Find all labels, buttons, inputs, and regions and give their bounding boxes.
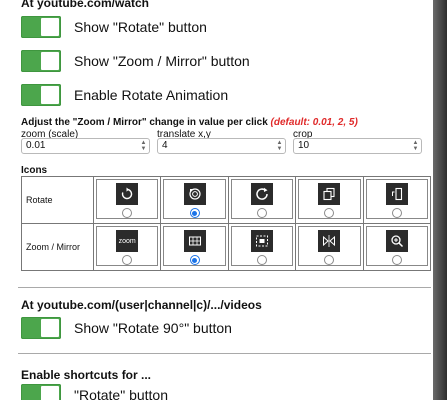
radio-rotate-4[interactable] [324,208,335,218]
copy-pages-icon [318,183,341,205]
row-label-zoom-mirror: Zoom / Mirror [21,223,94,271]
toggle-knob [41,386,59,400]
rotate-phone-icon [385,183,408,205]
watch-section-title: At youtube.com/watch [21,0,150,10]
stepper-arrows-icon[interactable]: ▲ ▼ [140,140,147,152]
translate-value: 4 [162,140,168,151]
radio-rotate-2[interactable] [189,208,200,218]
icon-option-cell[interactable] [362,176,432,224]
icon-option-cell[interactable] [227,176,297,224]
adjust-text: Adjust the "Zoom / Mirror" change in val… [21,117,268,128]
radio-rotate-3[interactable] [256,208,267,218]
toggle-row-rotate-animation[interactable]: Enable Rotate Animation [21,84,228,106]
table-row-zoom-mirror: Zoom / Mirror zoom [21,223,432,271]
radio-rotate-1[interactable] [122,208,133,218]
toggle-switch[interactable] [21,50,61,72]
rotate-cw-icon [250,183,273,205]
icons-table: Rotate Zoom / Mirror zoom [21,176,432,271]
zoom-frame-icon [250,230,273,252]
rotate-ccw-icon [116,183,139,205]
toggle-label: Show "Rotate 90°" button [74,320,232,336]
toggle-switch[interactable] [21,317,61,339]
zoom-scale-input[interactable]: 0.01 ▲ ▼ [21,138,150,154]
icon-option-cell[interactable] [160,223,229,271]
toggle-knob [41,18,59,36]
toggle-switch[interactable] [21,384,61,400]
radio-zoom-4[interactable] [324,255,335,265]
default-hint: (default: 0.01, 2, 5) [270,117,358,128]
radio-zoom-1[interactable] [122,255,133,265]
toggle-row-zoom-mirror-button[interactable]: Show "Zoom / Mirror" button [21,50,250,72]
row-label-rotate: Rotate [21,176,94,224]
section-divider [18,287,431,288]
rotate-90-icon [183,183,206,205]
stepper-arrows-icon[interactable]: ▲ ▼ [276,140,283,152]
options-panel: At youtube.com/watch Show "Rotate" butto… [0,0,433,400]
stepper-arrows-icon[interactable]: ▲ ▼ [412,140,419,152]
toggle-label: Enable Rotate Animation [74,87,229,103]
toggle-knob [41,319,59,337]
icon-option-cell[interactable] [295,176,364,224]
zoom-in-icon [385,230,408,252]
toggle-row-shortcut-rotate[interactable]: "Rotate" button [21,384,168,400]
toggle-switch[interactable] [21,84,61,106]
videos-section-title: At youtube.com/(user|channel|c)/.../vide… [21,298,262,312]
window-edge [433,0,447,400]
icons-title: Icons [21,165,48,176]
radio-zoom-3[interactable] [256,255,267,265]
toggle-label: Show "Zoom / Mirror" button [74,53,250,69]
icon-option-cell[interactable] [160,176,229,224]
radio-zoom-2[interactable] [189,255,200,265]
shortcuts-section-title: Enable shortcuts for ... [21,368,152,382]
zoom-text-icon: zoom [116,230,139,252]
toggle-knob [41,86,59,104]
radio-zoom-5[interactable] [391,255,402,265]
translate-input[interactable]: 4 ▲ ▼ [157,138,286,154]
icon-option-cell[interactable]: zoom [92,223,162,271]
radio-rotate-5[interactable] [391,208,402,218]
toggle-knob [41,52,59,70]
toggle-switch[interactable] [21,16,61,38]
icon-option-cell[interactable] [362,223,432,271]
zoom-scale-value: 0.01 [26,140,46,151]
toggle-label: "Rotate" button [74,387,169,400]
adjust-description: Adjust the "Zoom / Mirror" change in val… [21,117,358,128]
toggle-label: Show "Rotate" button [74,19,207,35]
crop-grid-icon [183,230,206,252]
toggle-row-rotate-90[interactable]: Show "Rotate 90°" button [21,317,232,339]
crop-input[interactable]: 10 ▲ ▼ [293,138,422,154]
icon-option-cell[interactable] [92,176,162,224]
mirror-flip-icon [318,230,341,252]
toggle-row-rotate-button[interactable]: Show "Rotate" button [21,16,207,38]
icon-option-cell[interactable] [295,223,364,271]
icon-option-cell[interactable] [227,223,297,271]
table-row-rotate: Rotate [21,176,432,224]
crop-value: 10 [298,140,310,151]
section-divider [18,353,431,354]
